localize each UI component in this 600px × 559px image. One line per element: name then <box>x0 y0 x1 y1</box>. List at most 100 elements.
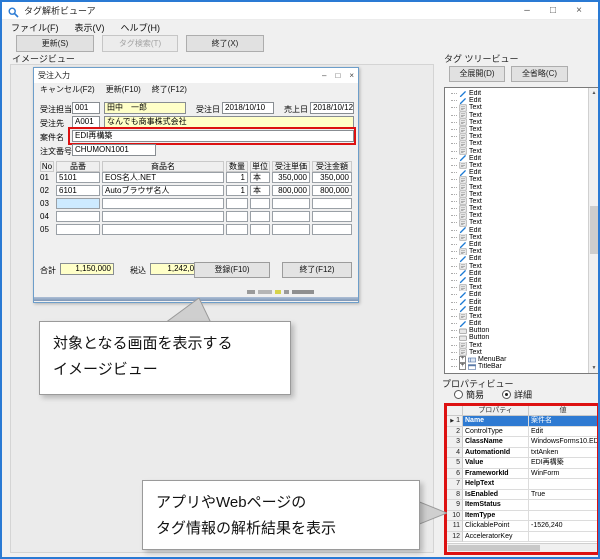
scroll-thumb[interactable] <box>590 206 599 254</box>
tree-item[interactable]: + Edit <box>445 306 588 313</box>
sales-date-field[interactable]: 2018/10/12 <box>310 102 354 114</box>
item-code-cell[interactable] <box>56 224 100 235</box>
price-cell[interactable]: 350,000 <box>272 172 310 183</box>
customer-name-field[interactable]: なんでも商事株式会社 <box>104 116 354 128</box>
tree-item[interactable]: + Edit <box>445 97 588 104</box>
menu-item[interactable]: 表示(V) <box>75 21 105 34</box>
qty-cell[interactable]: 1 <box>226 172 248 183</box>
tree-item[interactable]: + Edit <box>445 90 588 97</box>
tree-item[interactable]: + Edit <box>445 320 588 327</box>
project-name-field[interactable]: EDI再構築 <box>72 130 354 142</box>
radio-detail[interactable]: 詳細 <box>502 388 532 401</box>
property-row[interactable]: 8 IsEnabled True <box>447 490 597 501</box>
tree-item[interactable]: + MenuBar <box>445 356 588 363</box>
order-date-field[interactable]: 2018/10/10 <box>222 102 274 114</box>
item-name-cell[interactable] <box>102 211 224 222</box>
tree-item[interactable]: + Text <box>445 133 588 140</box>
tree-item[interactable]: + Edit <box>445 270 588 277</box>
order-entry-menu-item[interactable]: キャンセル(F2) <box>40 84 95 95</box>
tree-item[interactable]: + Button <box>445 327 588 334</box>
tree-item[interactable]: + Text <box>445 126 588 133</box>
order-entry-menu-item[interactable]: 終了(F12) <box>152 84 187 95</box>
customer-code-field[interactable]: A001 <box>72 116 100 128</box>
tree-item[interactable]: + Text <box>445 198 588 205</box>
qty-cell[interactable] <box>226 211 248 222</box>
tree-item[interactable]: + Text <box>445 162 588 169</box>
unit-cell[interactable] <box>250 211 270 222</box>
property-row[interactable]: 2 ControlType Edit <box>447 427 597 438</box>
price-cell[interactable]: 800,000 <box>272 185 310 196</box>
tree-item[interactable]: + Text <box>445 219 588 226</box>
tree-item[interactable]: + Edit <box>445 291 588 298</box>
form-exit-button[interactable]: 終了(F12) <box>282 262 352 278</box>
tree-item[interactable]: + Text <box>445 349 588 356</box>
radio-circle-checked-icon[interactable] <box>502 390 511 399</box>
tree-item[interactable]: + Text <box>445 212 588 219</box>
radio-simple[interactable]: 簡易 <box>454 388 484 401</box>
qty-cell[interactable] <box>226 198 248 209</box>
tree-vertical-scrollbar[interactable]: ▲ ▼ <box>588 88 599 373</box>
maximize-button[interactable]: □ <box>540 3 566 19</box>
tree-item[interactable]: + TitleBar <box>445 363 588 370</box>
amount-cell[interactable]: 350,000 <box>312 172 352 183</box>
tree-item[interactable]: + Text <box>445 234 588 241</box>
tree-item[interactable]: + Edit <box>445 155 588 162</box>
property-row[interactable]: 1 Name 案件名 <box>447 416 597 427</box>
amount-cell[interactable]: 800,000 <box>312 185 352 196</box>
tree-item[interactable]: + Text <box>445 148 588 155</box>
tree-item[interactable]: + Text <box>445 119 588 126</box>
exit-button[interactable]: 終了(X) <box>186 35 264 52</box>
minimize-button[interactable]: – <box>514 3 540 19</box>
amount-cell[interactable] <box>312 198 352 209</box>
tree-item[interactable]: + Button <box>445 334 588 341</box>
property-row[interactable]: 11 ClickablePoint -1526,240 <box>447 521 597 532</box>
refresh-button[interactable]: 更新(S) <box>16 35 94 52</box>
tree-item[interactable]: + Text <box>445 342 588 349</box>
qty-cell[interactable] <box>226 224 248 235</box>
collapse-all-button[interactable]: 全省略(C) <box>511 66 568 82</box>
property-horizontal-scrollbar[interactable] <box>447 543 597 552</box>
tree-item[interactable]: + Text <box>445 263 588 270</box>
menu-item[interactable]: ヘルプ(H) <box>121 21 161 34</box>
tree-item[interactable]: + Text <box>445 104 588 111</box>
scroll-down-arrow[interactable]: ▼ <box>589 363 599 373</box>
price-cell[interactable] <box>272 224 310 235</box>
order-no-field[interactable]: CHUMON1001 <box>72 144 156 156</box>
tree-item[interactable]: + Edit <box>445 227 588 234</box>
item-code-cell[interactable]: 6101 <box>56 185 100 196</box>
tree-item[interactable]: + Edit <box>445 169 588 176</box>
unit-cell[interactable] <box>250 224 270 235</box>
order-entry-menu-item[interactable]: 更新(F10) <box>106 84 141 95</box>
tree-item[interactable]: + Text <box>445 205 588 212</box>
register-button[interactable]: 登録(F10) <box>194 262 270 278</box>
item-name-cell[interactable] <box>102 224 224 235</box>
unit-cell[interactable]: 本 <box>250 172 270 183</box>
scroll-up-arrow[interactable]: ▲ <box>589 88 599 98</box>
unit-cell[interactable]: 本 <box>250 185 270 196</box>
amount-cell[interactable] <box>312 224 352 235</box>
amount-cell[interactable] <box>312 211 352 222</box>
price-cell[interactable] <box>272 198 310 209</box>
close-icon[interactable]: × <box>349 71 354 80</box>
close-button[interactable]: × <box>566 3 592 19</box>
tree-item[interactable]: + Edit <box>445 277 588 284</box>
tree-item[interactable]: + Text <box>445 284 588 291</box>
minimize-icon[interactable]: – <box>322 71 326 80</box>
item-name-cell[interactable]: Autoブラウザ名人 <box>102 185 224 196</box>
expand-plus-icon[interactable]: + <box>459 363 466 370</box>
tree-item[interactable]: + Text <box>445 191 588 198</box>
property-row[interactable]: 12 AcceleratorKey <box>447 532 597 543</box>
radio-circle-icon[interactable] <box>454 390 463 399</box>
tree-item[interactable]: + Text <box>445 248 588 255</box>
property-row[interactable]: 6 FrameworkId WinForm <box>447 469 597 480</box>
property-row[interactable]: 3 ClassName WindowsForms10.EDIT.a <box>447 437 597 448</box>
item-code-cell[interactable]: 5101 <box>56 172 100 183</box>
item-code-cell[interactable] <box>56 198 100 209</box>
price-cell[interactable] <box>272 211 310 222</box>
tree-item[interactable]: + Edit <box>445 241 588 248</box>
menu-item[interactable]: ファイル(F) <box>11 21 59 34</box>
expand-all-button[interactable]: 全展開(D) <box>449 66 505 82</box>
item-name-cell[interactable]: EOS名人.NET <box>102 172 224 183</box>
order-staff-code-field[interactable]: 001 <box>72 102 100 114</box>
unit-cell[interactable] <box>250 198 270 209</box>
